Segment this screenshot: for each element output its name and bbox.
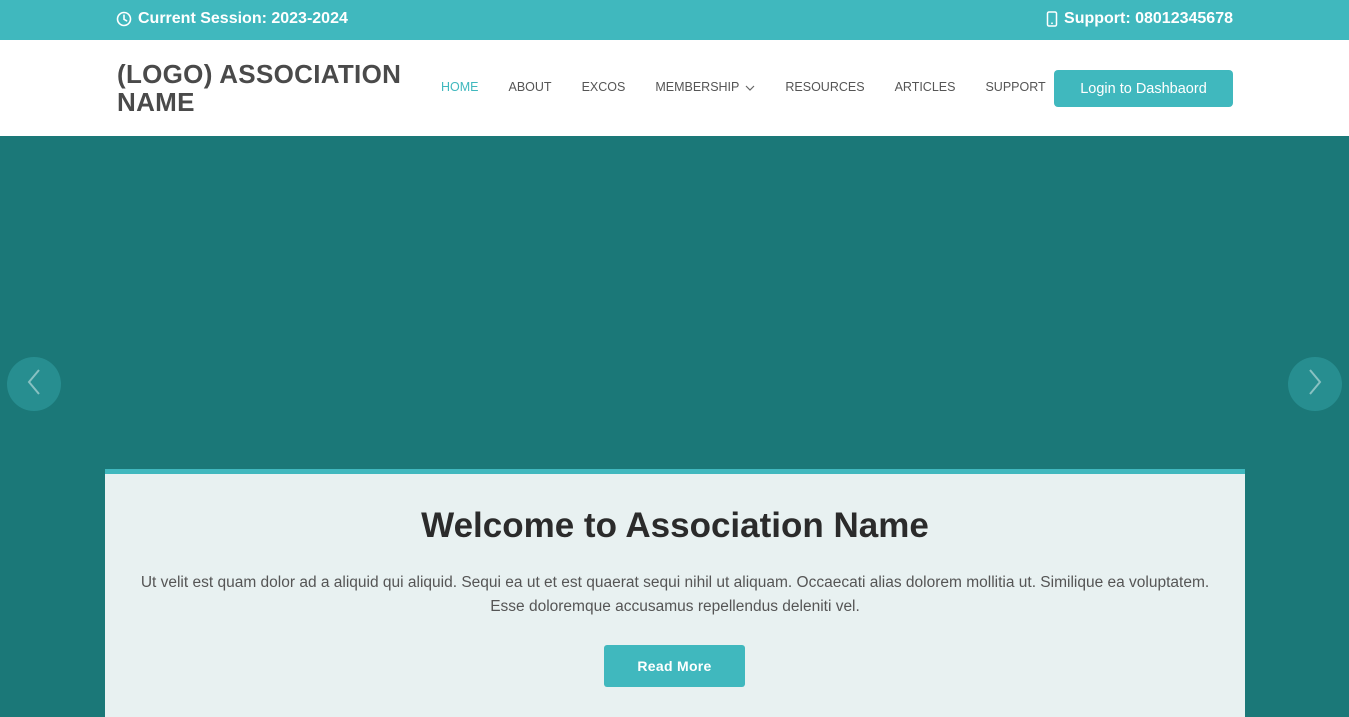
main-nav: HOME ABOUT EXCOS MEMBERSHIP RESOURCES AR… xyxy=(441,80,1046,94)
nav-label: ABOUT xyxy=(508,80,552,94)
support-info: Support: 08012345678 xyxy=(1046,10,1233,28)
phone-icon xyxy=(1046,11,1058,27)
nav-label: RESOURCES xyxy=(785,80,865,94)
session-info: Current Session: 2023-2024 xyxy=(116,10,348,28)
login-dashboard-button[interactable]: Login to Dashbaord xyxy=(1054,70,1233,107)
site-logo[interactable]: (LOGO) ASSOCIATION NAME xyxy=(117,60,417,116)
nav-item-home[interactable]: HOME xyxy=(441,80,479,94)
support-text[interactable]: Support: 08012345678 xyxy=(1064,10,1233,28)
nav-item-resources[interactable]: RESOURCES xyxy=(785,80,864,94)
nav-item-membership[interactable]: MEMBERSHIP xyxy=(655,80,755,94)
nav-label: MEMBERSHIP xyxy=(655,80,740,94)
carousel-prev-button[interactable] xyxy=(7,357,61,411)
nav-label: SUPPORT xyxy=(985,80,1046,94)
site-header: (LOGO) ASSOCIATION NAME HOME ABOUT EXCOS… xyxy=(0,40,1349,136)
nav-label: HOME xyxy=(441,80,479,94)
welcome-title: Welcome to Association Name xyxy=(421,506,929,545)
top-info-bar: Current Session: 2023-2024 Support: 0801… xyxy=(0,0,1349,40)
chevron-right-icon xyxy=(1308,368,1322,400)
nav-item-excos[interactable]: EXCOS xyxy=(582,80,626,94)
clock-icon xyxy=(116,11,132,27)
read-more-button[interactable]: Read More xyxy=(604,645,745,687)
welcome-text: Ut velit est quam dolor ad a aliquid qui… xyxy=(140,574,1210,615)
nav-item-about[interactable]: ABOUT xyxy=(509,80,552,94)
nav-item-support[interactable]: SUPPORT xyxy=(985,80,1045,94)
hero-slider: Welcome to Association Name Ut velit est… xyxy=(0,136,1349,717)
chevron-down-icon xyxy=(745,80,755,94)
nav-label: EXCOS xyxy=(581,80,626,94)
nav-item-articles[interactable]: ARTICLES xyxy=(895,80,956,94)
nav-label: ARTICLES xyxy=(894,80,956,94)
chevron-left-icon xyxy=(27,368,41,400)
carousel-next-button[interactable] xyxy=(1288,357,1342,411)
session-text: Current Session: 2023-2024 xyxy=(138,10,348,27)
welcome-card: Welcome to Association Name Ut velit est… xyxy=(105,469,1245,717)
